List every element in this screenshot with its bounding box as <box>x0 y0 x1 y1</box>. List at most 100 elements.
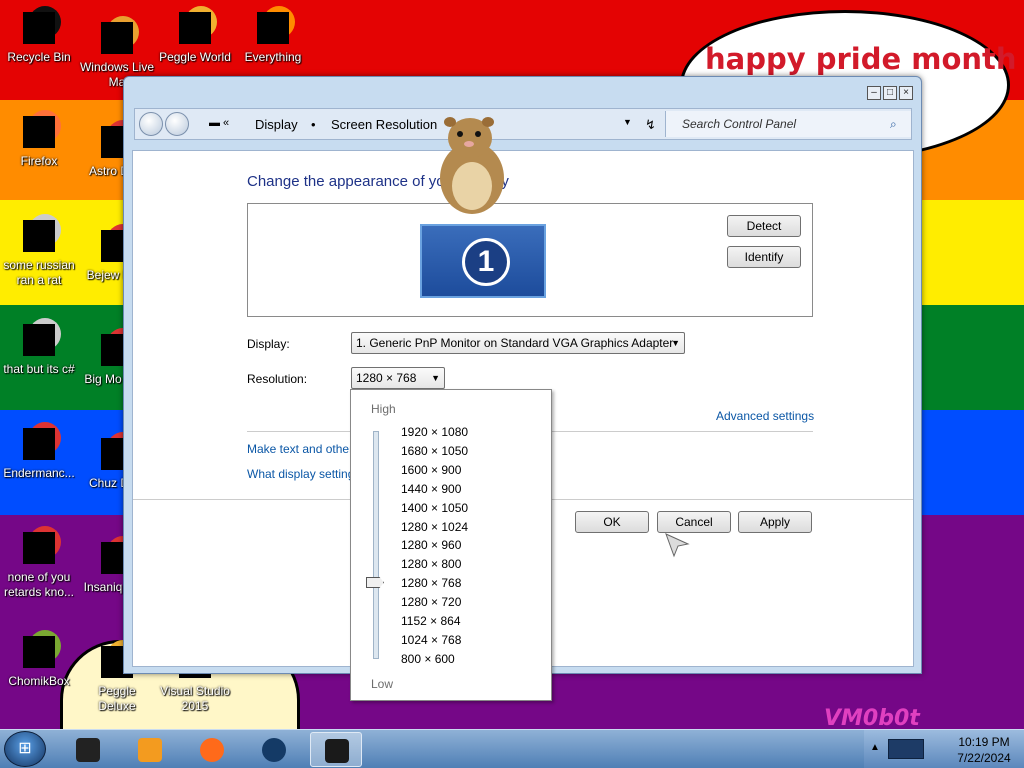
monitor-number: 1 <box>462 238 510 286</box>
recycle-bin-icon <box>19 6 61 46</box>
refresh-icon[interactable]: ↯ <box>645 117 656 133</box>
resolution-slider-track[interactable] <box>373 431 379 659</box>
advanced-settings-link[interactable]: Advanced settings <box>716 409 814 423</box>
resolution-option[interactable]: 1152 × 864 <box>401 614 461 628</box>
resolution-option[interactable]: 1600 × 900 <box>401 463 461 477</box>
monitor-icon[interactable]: 1 <box>420 224 546 298</box>
breadcrumb-display[interactable]: Display <box>255 117 298 132</box>
address-bar: ▬ « Display • Screen Resolution ▼ ↯ Sear… <box>134 108 912 140</box>
desktop-icon[interactable]: some russian ran a rat <box>0 214 78 288</box>
resolution-select[interactable]: 1280 × 768 ▼ <box>351 367 445 389</box>
desktop-icon[interactable]: Endermanc... <box>0 422 78 481</box>
speech-bubble-text: happy pride month <box>705 42 1017 76</box>
close-button[interactable]: × <box>899 86 913 100</box>
breadcrumb-separator-icon: • <box>311 117 316 132</box>
resolution-option[interactable]: 1680 × 1050 <box>401 444 468 458</box>
resolution-option[interactable]: 1400 × 1050 <box>401 501 468 515</box>
display-settings-icon <box>325 739 349 763</box>
desktop-icon[interactable]: none of you retards kno... <box>0 526 78 600</box>
desktop-icon-label: Endermanc... <box>3 466 75 480</box>
desktop-icon[interactable]: that but its c# <box>0 318 78 377</box>
resolution-option[interactable]: 1280 × 720 <box>401 595 461 609</box>
wallpaper-watermark: VM0b0t <box>824 706 920 731</box>
clock[interactable]: 10:19 PM 7/22/2024 <box>944 734 1024 766</box>
forward-button[interactable] <box>165 112 189 136</box>
cursor-icon <box>665 533 690 558</box>
desktop-icon[interactable]: Everything <box>234 6 312 65</box>
desktop-icon-label: Recycle Bin <box>7 50 71 64</box>
chevron-down-icon: ▼ <box>671 338 680 348</box>
cancel-button[interactable]: Cancel <box>657 511 731 533</box>
desktop-icon-label: Peggle Deluxe <box>98 684 136 713</box>
resolution-slider-thumb[interactable] <box>366 577 384 588</box>
tray-arrow-icon[interactable]: ▲ <box>870 742 880 753</box>
desktop-icon[interactable]: ChomikBox <box>0 630 78 689</box>
taskbar-item[interactable] <box>124 732 176 767</box>
resolution-option[interactable]: 1920 × 1080 <box>401 425 468 439</box>
display-select[interactable]: 1. Generic PnP Monitor on Standard VGA G… <box>351 332 685 354</box>
network-icon[interactable] <box>888 739 924 759</box>
peggle-icon <box>175 6 217 46</box>
display-select-value: 1. Generic PnP Monitor on Standard VGA G… <box>356 336 674 350</box>
taskbar-item[interactable] <box>186 732 238 767</box>
firefox-icon <box>19 110 61 150</box>
text-size-link[interactable]: Make text and other <box>247 442 353 456</box>
start-button[interactable]: ⊞ <box>4 731 46 767</box>
history-dropdown-icon[interactable]: ▼ <box>623 117 632 127</box>
desktop-icon[interactable]: Recycle Bin <box>0 6 78 65</box>
search-input[interactable]: Search Control Panel <box>682 117 796 131</box>
desktop-icon-label: Visual Studio 2015 <box>160 684 230 713</box>
resolution-option[interactable]: 1280 × 960 <box>401 538 461 552</box>
window-controls: – □ × <box>867 86 913 100</box>
taskbar-item[interactable] <box>62 732 114 767</box>
resolution-option[interactable]: 1280 × 1024 <box>401 520 468 534</box>
resolution-option[interactable]: 1280 × 800 <box>401 557 461 571</box>
desktop-icon-label: Firefox <box>20 154 58 168</box>
everything-icon <box>253 6 295 46</box>
maximize-button[interactable]: □ <box>883 86 897 100</box>
desktop-icon[interactable]: Firefox <box>0 110 78 169</box>
resolution-option[interactable]: 1024 × 768 <box>401 633 461 647</box>
identify-button[interactable]: Identify <box>727 246 801 268</box>
display-label: Display: <box>247 337 290 351</box>
ok-button[interactable]: OK <box>575 511 649 533</box>
detect-button[interactable]: Detect <box>727 215 801 237</box>
breadcrumb-screen-resolution[interactable]: Screen Resolution <box>331 117 437 132</box>
monitor-preview: 1 Detect Identify <box>247 203 813 317</box>
resolution-select-value: 1280 × 768 <box>356 371 417 385</box>
search-box[interactable]: Search Control Panel ⌕ <box>665 111 911 137</box>
clock-date: 7/22/2024 <box>957 751 1011 765</box>
resolution-dropdown: High 1920 × 1080 1680 × 1050 1600 × 900 144… <box>350 389 552 701</box>
resolution-option[interactable]: 1280 × 768 <box>401 576 461 590</box>
desktop-icon-label: some russian ran a rat <box>3 258 75 287</box>
app-icon <box>19 526 61 566</box>
desktop-icon-label: none of you retards kno... <box>3 570 75 599</box>
media-player-icon <box>138 738 162 762</box>
desktop-icon-label: that but its c# <box>3 362 75 376</box>
file-manager-icon <box>76 738 100 762</box>
hamster-image <box>440 117 504 214</box>
display-settings-help-link[interactable]: What display setting <box>247 467 354 481</box>
clock-time: 10:19 PM <box>958 735 1010 749</box>
desktop-icon-label: ChomikBox <box>8 674 70 688</box>
minimize-button[interactable]: – <box>867 86 881 100</box>
desktop-icon[interactable]: Peggle World <box>156 6 234 65</box>
high-label: High <box>371 402 396 416</box>
search-icon[interactable]: ⌕ <box>890 117 897 132</box>
windows-live-icon <box>97 16 139 56</box>
resolution-option[interactable]: 1440 × 900 <box>401 482 461 496</box>
apply-button[interactable]: Apply <box>738 511 812 533</box>
system-tray: ▲ 10:19 PM 7/22/2024 <box>864 730 1024 768</box>
taskbar-item[interactable] <box>248 732 300 767</box>
desktop-icon-label: Peggle World <box>159 50 231 64</box>
back-button[interactable] <box>139 112 163 136</box>
resolution-option[interactable]: 800 × 600 <box>401 652 455 666</box>
low-label: Low <box>371 677 394 691</box>
taskbar: ⊞ ▲ 10:19 PM 7/22/2024 <box>0 729 1024 768</box>
control-panel-icon: ▬ « <box>209 117 230 129</box>
resolution-label: Resolution: <box>247 372 308 386</box>
firefox-icon <box>200 738 224 762</box>
taskbar-item[interactable] <box>310 732 362 767</box>
file-icon <box>19 214 61 254</box>
chomikbox-icon <box>19 630 61 670</box>
